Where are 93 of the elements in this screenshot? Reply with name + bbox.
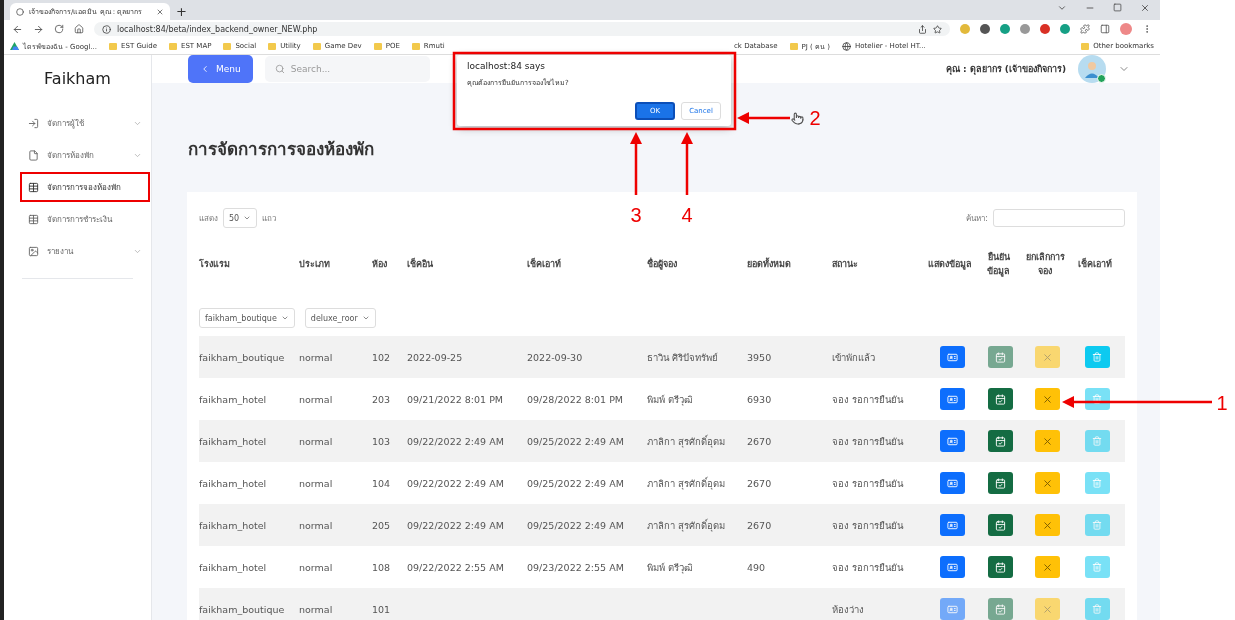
table-cell-text: 2670 bbox=[747, 519, 773, 531]
table-cell-text: 2670 bbox=[747, 477, 773, 489]
column-header[interactable]: ยกเลิกการจอง bbox=[1024, 250, 1070, 278]
table-cell-text: faikham_hotel bbox=[199, 393, 268, 405]
column-header[interactable]: เช็คเอาท์ bbox=[527, 257, 647, 271]
page-size-select[interactable]: 50 bbox=[223, 208, 258, 228]
table-cell-text: normal bbox=[299, 393, 334, 405]
column-header[interactable]: ยอดทั้งหมด bbox=[747, 257, 832, 271]
table-cell-text: 3950 bbox=[747, 351, 773, 363]
annotation-number: 3 bbox=[630, 204, 642, 226]
table-cell-text: 104 bbox=[372, 477, 392, 489]
rows-label: แถว bbox=[262, 212, 277, 225]
sidebar-item[interactable]: รายงาน bbox=[22, 238, 148, 264]
menu-button[interactable]: Menu bbox=[188, 55, 253, 83]
table-cell-text: พิมพ์ ตรีวุฒิ bbox=[647, 560, 695, 575]
url-text: localhost:84/beta/index_backend_owner_NEW.php bbox=[117, 24, 318, 34]
sidebar-label: รายงาน bbox=[47, 245, 75, 258]
table-cell-text: 103 bbox=[372, 435, 392, 447]
table-cell-text: 09/22/2022 2:55 AM bbox=[407, 561, 505, 573]
table-cell-text: normal bbox=[299, 351, 334, 363]
sidebar-item[interactable]: จัดการผู้ใช้ bbox=[22, 110, 148, 136]
sidebar-label: จัดการการชำระเงิน bbox=[47, 213, 114, 226]
table-cell-text: 101 bbox=[372, 603, 392, 615]
table-cell-text: normal bbox=[299, 519, 334, 531]
table-cell-text: 09/22/2022 2:49 AM bbox=[407, 435, 505, 447]
table-cell-text: faikham_hotel bbox=[199, 477, 268, 489]
table-cell-text: faikham_boutique bbox=[199, 351, 286, 363]
sidebar-label: จัดการการจองห้องพัก bbox=[47, 181, 122, 194]
sidebar-label: จัดการผู้ใช้ bbox=[47, 117, 85, 130]
table-cell-text: faikham_hotel bbox=[199, 519, 268, 531]
dialog-title: localhost:84 says bbox=[467, 61, 546, 71]
table-cell-text: faikham_hotel bbox=[199, 561, 268, 573]
table-cell-text: จอง รอการยืนยัน bbox=[832, 560, 905, 575]
page-title: การจัดการการจองห้องพัก bbox=[188, 138, 375, 161]
table-cell-text: ธาวิน ศิริปัจทรัพย์ bbox=[647, 350, 720, 365]
table-cell-text: 2022-09-30 bbox=[527, 351, 584, 363]
table-cell-text: ห้องว่าง bbox=[832, 602, 865, 617]
table-cell-text: 490 bbox=[747, 561, 767, 573]
sidebar-item[interactable]: จัดการห้องพัก bbox=[22, 142, 148, 168]
table-cell-text: normal bbox=[299, 561, 334, 573]
column-header[interactable]: ชื่อผู้จอง bbox=[647, 257, 747, 271]
table-cell-text: 09/21/2022 8:01 PM bbox=[407, 393, 505, 405]
table-cell-text: faikham_boutique bbox=[199, 603, 286, 615]
column-header[interactable]: ประเภท bbox=[299, 257, 372, 271]
table-cell-text: จอง รอการยืนยัน bbox=[832, 518, 905, 533]
table-cell-text: ภาลิกา สุรศักดิ์อุดม bbox=[647, 517, 727, 533]
user-name: คุณ : ดุลยากร (เจ้าของกิจการ) bbox=[945, 63, 1066, 76]
annotation-number: 4 bbox=[681, 204, 693, 226]
table-cell-text: 09/23/2022 2:55 AM bbox=[527, 561, 625, 573]
annotation-number: 2 bbox=[809, 107, 821, 129]
search-placeholder: Search... bbox=[290, 64, 331, 74]
filter-select[interactable]: faikham_boutique bbox=[199, 308, 295, 328]
table-cell-text: 108 bbox=[372, 561, 392, 573]
table-cell-text: เข้าพักแล้ว bbox=[832, 350, 876, 365]
column-header[interactable]: สถานะ bbox=[832, 257, 927, 271]
sidebar-item[interactable]: จัดการการจองห้องพัก bbox=[22, 174, 148, 200]
column-header[interactable]: โรงแรม bbox=[199, 257, 299, 271]
column-header[interactable]: ยืนยันข้อมูล bbox=[977, 250, 1024, 278]
table-cell-text: normal bbox=[299, 603, 334, 615]
table-cell-text: 09/22/2022 2:49 AM bbox=[407, 519, 505, 531]
table-cell-text: 09/25/2022 2:49 AM bbox=[527, 477, 625, 489]
column-header[interactable]: เช็คเอาท์ bbox=[1070, 257, 1124, 271]
brand-name: Faikham bbox=[43, 69, 112, 88]
table-cell-text: 6930 bbox=[747, 393, 773, 405]
column-header[interactable]: เช็คอิน bbox=[407, 257, 527, 271]
show-label: แสดง bbox=[199, 212, 218, 225]
table-cell-text: 205 bbox=[372, 519, 392, 531]
filter-select[interactable]: deluxe_roor bbox=[304, 308, 376, 328]
sidebar-item[interactable]: จัดการการชำระเงิน bbox=[22, 206, 148, 232]
table-cell-text: 09/22/2022 2:49 AM bbox=[407, 477, 505, 489]
column-header[interactable]: แสดงข้อมูล bbox=[927, 257, 977, 271]
table-cell-text: 09/25/2022 2:49 AM bbox=[527, 435, 625, 447]
table-cell-text: จอง รอการยืนยัน bbox=[832, 434, 905, 449]
table-cell-text: 09/25/2022 2:49 AM bbox=[527, 519, 625, 531]
table-cell-text: faikham_hotel bbox=[199, 435, 268, 447]
annotation-number: 1 bbox=[1216, 392, 1228, 414]
new-tab-button[interactable]: + bbox=[176, 3, 187, 20]
table-cell-text: 102 bbox=[372, 351, 392, 363]
sidebar-label: จัดการห้องพัก bbox=[47, 149, 95, 162]
table-cell-text: normal bbox=[299, 435, 334, 447]
column-header[interactable]: ห้อง bbox=[372, 257, 407, 271]
table-cell-text: 2670 bbox=[747, 435, 773, 447]
table-cell-text: 203 bbox=[372, 393, 392, 405]
table-cell-text: พิมพ์ ตรีวุฒิ bbox=[647, 392, 695, 407]
search-label: ค้นหา: bbox=[966, 212, 988, 225]
table-cell-text: ภาลิกา สุรศักดิ์อุดม bbox=[647, 433, 727, 449]
table-cell-text: 2022-09-25 bbox=[407, 351, 464, 363]
table-cell-text: 09/28/2022 8:01 PM bbox=[527, 393, 625, 405]
table-cell-text: จอง รอการยืนยัน bbox=[832, 392, 905, 407]
address-bar[interactable]: localhost:84/beta/index_backend_owner_NEW.php bbox=[94, 22, 950, 36]
table-cell-text: ภาลิกา สุรศักดิ์อุดม bbox=[647, 475, 727, 491]
table-cell-text: normal bbox=[299, 477, 334, 489]
table-cell-text: จอง รอการยืนยัน bbox=[832, 476, 905, 491]
